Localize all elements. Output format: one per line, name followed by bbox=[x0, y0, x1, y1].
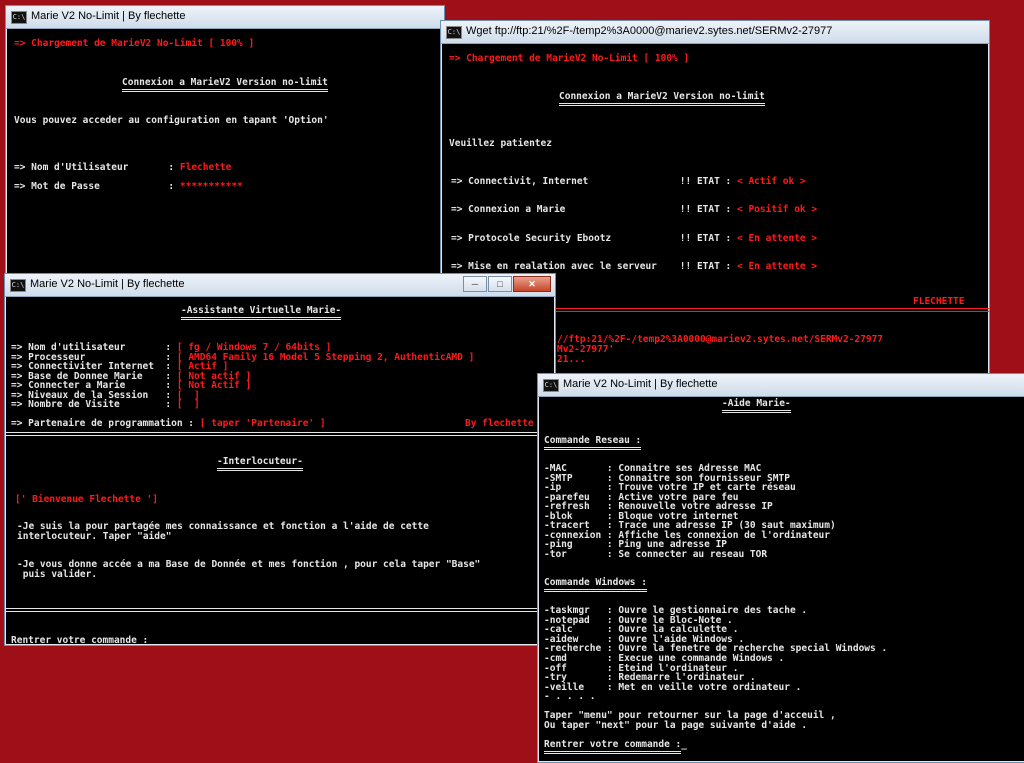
connection-heading: Connexion a MarieV2 Version no-limit bbox=[122, 77, 328, 92]
password-row: => Mot de Passe : *********** bbox=[14, 181, 243, 192]
connection-heading: Connexion a MarieV2 Version no-limit bbox=[559, 91, 765, 106]
title-bar[interactable]: C:\ Marie V2 No-Limit | By flechette bbox=[538, 374, 1024, 397]
signature: FLECHETTE bbox=[913, 296, 965, 307]
console-icon: C:\ bbox=[10, 279, 26, 292]
partner-row: => Partenaire de programmation : [ taper… bbox=[11, 418, 326, 429]
window-controls: ─ □ ✕ bbox=[463, 276, 551, 292]
status-row: => Mise en realation avec le serveur !! … bbox=[451, 261, 818, 272]
maximize-button[interactable]: □ bbox=[488, 276, 512, 292]
console-icon: C:\ bbox=[446, 26, 462, 39]
console-window-help[interactable]: C:\ Marie V2 No-Limit | By flechette -Ai… bbox=[537, 373, 1024, 763]
title-bar[interactable]: C:\ Marie V2 No-Limit | By flechette ─ □… bbox=[5, 274, 555, 297]
user-value: Flechette bbox=[179, 162, 232, 173]
user-label: => Nom d'Utilisateur : bbox=[14, 162, 175, 173]
interlocutor-heading: -Interlocuteur- bbox=[217, 456, 303, 471]
console-window-assistant[interactable]: C:\ Marie V2 No-Limit | By flechette ─ □… bbox=[4, 273, 556, 646]
author-label: By flechette bbox=[465, 418, 534, 429]
assistant-message: -Je vous donne accée a ma Base de Donnée… bbox=[17, 559, 481, 580]
status-row: => Connexion a Marie !! ETAT : < Positif… bbox=[451, 204, 818, 215]
divider bbox=[5, 608, 555, 612]
windows-section-heading: Commande Windows : bbox=[544, 577, 647, 592]
status-row: => Connectivit, Internet !! ETAT : < Act… bbox=[451, 176, 806, 187]
divider bbox=[5, 432, 555, 436]
loading-line: => Chargement de MarieV2 No-Limit [ 100%… bbox=[449, 53, 690, 64]
console-window-login[interactable]: C:\ Marie V2 No-Limit | By flechette => … bbox=[5, 5, 445, 290]
console-output: -Aide Marie- Commande Reseau : -MAC : Co… bbox=[538, 397, 1024, 762]
title-bar[interactable]: C:\ Marie V2 No-Limit | By flechette bbox=[6, 6, 444, 29]
welcome-line: [' Bienvenue Flechette '] bbox=[15, 494, 158, 505]
console-output: -Assistante Virtuelle Marie- => Nom d'ut… bbox=[5, 297, 555, 645]
assistant-message: -Je suis la pour partagée mes connaissan… bbox=[17, 521, 429, 542]
assistant-heading: -Assistante Virtuelle Marie- bbox=[181, 305, 342, 320]
loading-line: => Chargement de MarieV2 No-Limit [ 100%… bbox=[14, 38, 255, 49]
password-value: *********** bbox=[179, 181, 243, 192]
command-prompt[interactable]: Rentrer votre commande :_ bbox=[544, 739, 688, 754]
menu-hint: Ou taper "next" pour la page suivante d'… bbox=[544, 720, 808, 731]
help-heading: -Aide Marie- bbox=[722, 398, 791, 413]
user-row: => Nom d'Utilisateur : Flechette bbox=[14, 162, 231, 173]
status-row: => Protocole Security Ebootz !! ETAT : <… bbox=[451, 233, 818, 244]
text-cursor: _ bbox=[681, 739, 688, 750]
info-row: => Nombre de Visite : [ ] bbox=[11, 399, 200, 410]
minimize-button[interactable]: ─ bbox=[463, 276, 487, 292]
window-title: Marie V2 No-Limit | By flechette bbox=[563, 378, 718, 390]
network-section-heading: Commande Reseau : bbox=[544, 435, 642, 450]
command-entry: - . . . . bbox=[544, 691, 596, 703]
window-title: Marie V2 No-Limit | By flechette bbox=[31, 10, 186, 22]
console-output: => Chargement de MarieV2 No-Limit [ 100%… bbox=[6, 29, 444, 289]
window-title: Wget ftp://ftp:21/%2F-/temp2%3A0000@mari… bbox=[466, 25, 833, 37]
command-prompt[interactable]: Rentrer votre commande : bbox=[11, 635, 148, 645]
wget-line: 21... bbox=[557, 354, 586, 365]
close-button[interactable]: ✕ bbox=[513, 276, 551, 292]
window-title: Marie V2 No-Limit | By flechette bbox=[30, 278, 185, 290]
title-bar[interactable]: C:\ Wget ftp://ftp:21/%2F-/temp2%3A0000@… bbox=[441, 21, 989, 44]
wait-line: Veuillez patientez bbox=[449, 138, 552, 149]
console-icon: C:\ bbox=[11, 11, 27, 24]
info-line: Vous pouvez acceder au configuration en … bbox=[14, 115, 329, 126]
console-icon: C:\ bbox=[543, 379, 559, 392]
password-label: => Mot de Passe : bbox=[14, 181, 175, 192]
command-entry: -tor : Se connecter au reseau TOR bbox=[544, 548, 768, 560]
